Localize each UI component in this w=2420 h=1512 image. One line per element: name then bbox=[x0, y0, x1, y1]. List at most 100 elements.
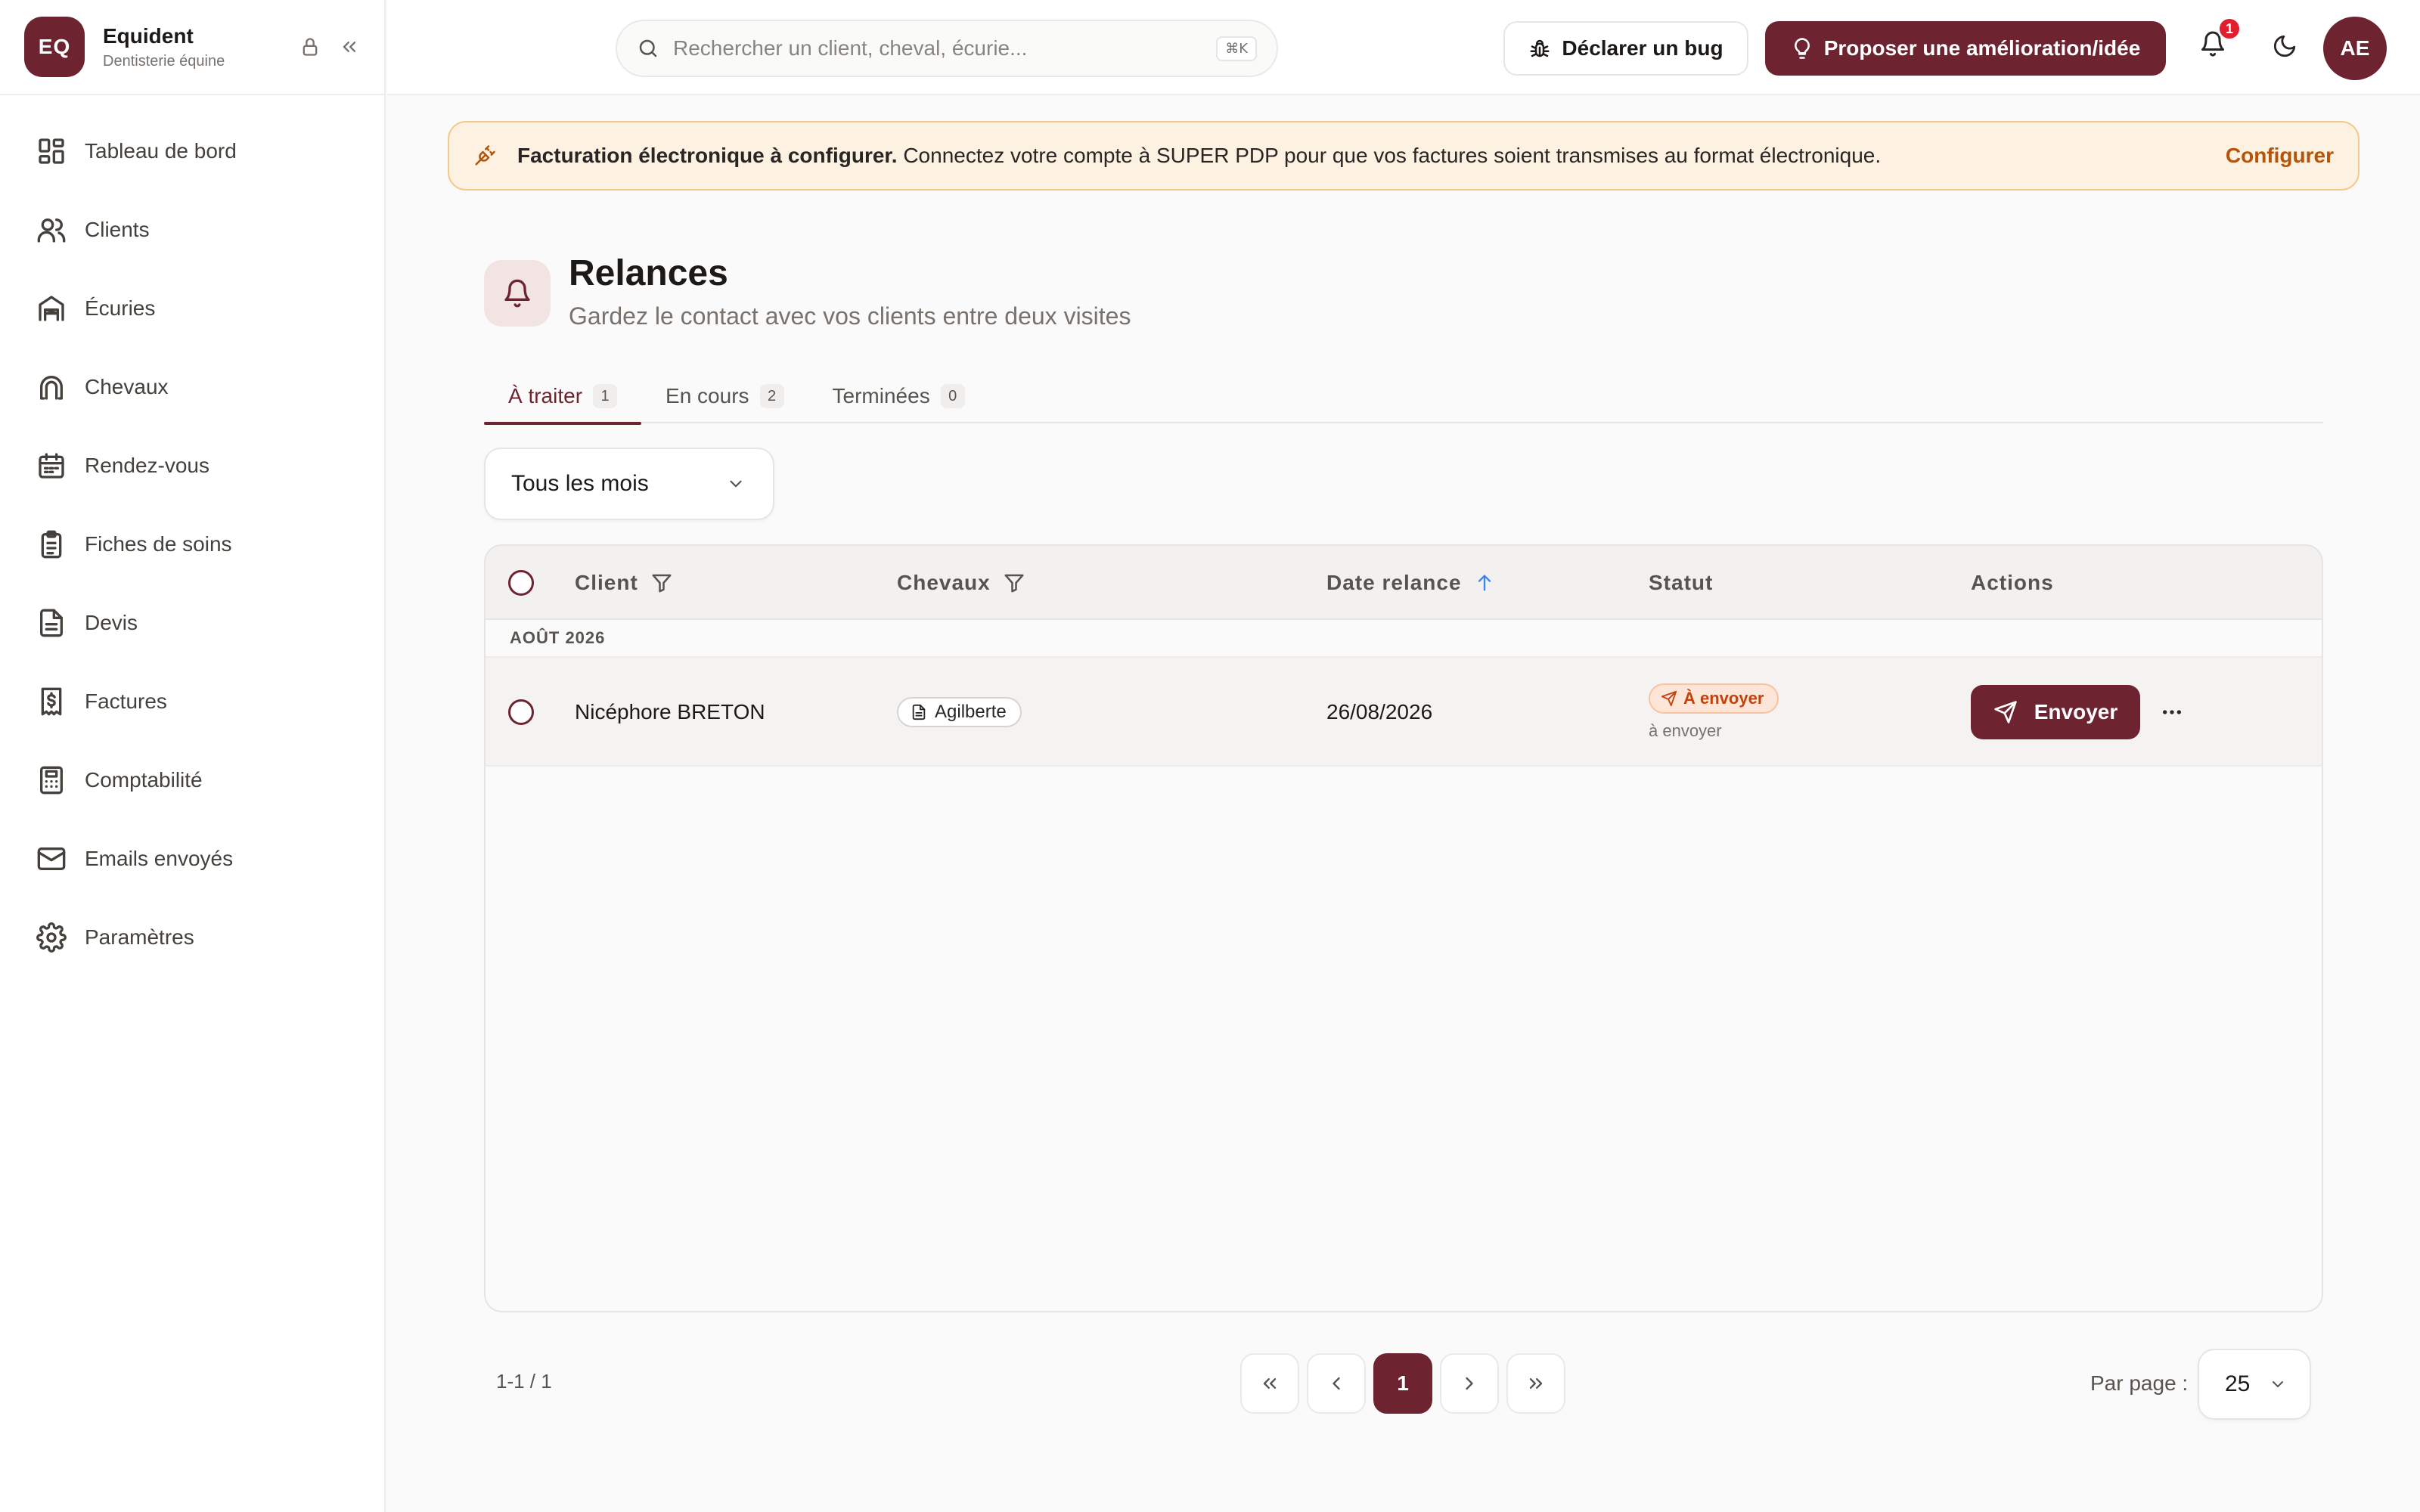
send-button[interactable]: Envoyer bbox=[1971, 685, 2140, 739]
status-subtext: à envoyer bbox=[1649, 721, 1722, 740]
sidebar-item-appointments[interactable]: Rendez-vous bbox=[0, 426, 384, 505]
sidebar-brand: EQ Equident Dentisterie équine bbox=[0, 0, 384, 95]
sidebar-item-stables[interactable]: Écuries bbox=[0, 269, 384, 348]
month-group-header: AOÛT 2026 bbox=[486, 620, 2322, 658]
previous-page-button[interactable] bbox=[1307, 1353, 1366, 1414]
calendar-icon bbox=[39, 453, 64, 479]
actions-cell: Envoyer bbox=[1971, 658, 2184, 767]
search-shortcut-hint: ⌘K bbox=[1216, 36, 1257, 61]
sidebar-item-invoices[interactable]: Factures bbox=[0, 662, 384, 741]
filter-icon[interactable] bbox=[650, 572, 673, 594]
reminders-table: Client Chevaux Date relance Statut Actio… bbox=[484, 544, 2323, 1312]
chevrons-left-icon bbox=[1263, 1378, 1277, 1389]
search-input[interactable] bbox=[673, 36, 1217, 60]
tab-label: En cours bbox=[666, 384, 749, 407]
lock-icon[interactable] bbox=[299, 36, 321, 57]
sidebar-item-quotes[interactable]: Devis bbox=[0, 584, 384, 662]
more-options-icon[interactable] bbox=[2160, 700, 2184, 724]
last-page-button[interactable] bbox=[1506, 1353, 1565, 1414]
column-label: Chevaux bbox=[897, 571, 991, 594]
status-badge: À envoyer bbox=[1649, 683, 1779, 714]
sidebar-item-label: Emails envoyés bbox=[85, 847, 234, 870]
mail-icon bbox=[37, 847, 66, 870]
chevrons-right-icon bbox=[1529, 1378, 1543, 1389]
per-page-value: 25 bbox=[2225, 1371, 2251, 1396]
bug-icon bbox=[1530, 39, 1550, 57]
send-icon bbox=[1661, 690, 1677, 707]
chevron-down-icon bbox=[2273, 1381, 2283, 1387]
select-all-checkbox[interactable] bbox=[508, 570, 534, 596]
brand-text: Equident Dentisterie équine bbox=[103, 24, 299, 70]
configure-link[interactable]: Configurer bbox=[2226, 144, 2334, 168]
horseshoe-icon bbox=[40, 376, 64, 400]
tab-completed[interactable]: Terminées 0 bbox=[808, 369, 989, 423]
chevron-down-icon bbox=[730, 480, 742, 488]
reminders-bell-icon bbox=[484, 260, 551, 327]
horse-chip[interactable]: Agilberte bbox=[897, 697, 1022, 727]
e-invoicing-banner: Facturation électronique à configurer. C… bbox=[448, 121, 2360, 191]
banner-body: Connectez votre compte à SUPER PDP pour … bbox=[897, 144, 1882, 167]
sidebar-item-accounting[interactable]: Comptabilité bbox=[0, 741, 384, 820]
sidebar-item-label: Écuries bbox=[85, 296, 156, 320]
current-page-button[interactable]: 1 bbox=[1373, 1353, 1432, 1414]
table-row[interactable]: Nicéphore BRETON Agilberte 26/08/2026 À … bbox=[486, 658, 2322, 767]
sort-ascending-arrow-icon[interactable] bbox=[1474, 572, 1495, 593]
chevron-right-icon bbox=[1466, 1377, 1473, 1390]
sidebar-item-care-sheets[interactable]: Fiches de soins bbox=[0, 505, 384, 584]
next-page-button[interactable] bbox=[1440, 1353, 1499, 1414]
sidebar-item-settings[interactable]: Paramètres bbox=[0, 898, 384, 977]
reminder-tabs: À traiter 1 En cours 2 Terminées 0 bbox=[484, 369, 2323, 425]
tab-in-progress[interactable]: En cours 2 bbox=[641, 369, 808, 423]
column-label: Statut bbox=[1649, 571, 1714, 594]
column-client[interactable]: Client bbox=[575, 546, 673, 620]
report-bug-label: Déclarer un bug bbox=[1562, 36, 1723, 60]
sidebar-item-dashboard[interactable]: Tableau de bord bbox=[0, 112, 384, 191]
sidebar-item-horses[interactable]: Chevaux bbox=[0, 348, 384, 426]
status-label: À envoyer bbox=[1683, 689, 1764, 708]
user-avatar[interactable]: AE bbox=[2323, 17, 2387, 80]
month-filter-select[interactable]: Tous les mois bbox=[484, 448, 774, 520]
chevron-left-icon bbox=[1333, 1377, 1340, 1390]
reminder-date: 26/08/2026 bbox=[1326, 700, 1433, 723]
tab-count: 2 bbox=[759, 384, 784, 408]
suggest-idea-label: Proposer une amélioration/idée bbox=[1823, 36, 2141, 60]
gear-icon bbox=[36, 922, 67, 953]
sidebar-tools bbox=[299, 36, 360, 57]
column-horses[interactable]: Chevaux bbox=[897, 546, 1025, 620]
tab-count: 0 bbox=[940, 384, 965, 408]
horse-name: Agilberte bbox=[935, 702, 1007, 722]
users-icon bbox=[37, 218, 66, 243]
pagination-controls: 1 bbox=[1240, 1353, 1565, 1414]
suggest-idea-button[interactable]: Proposer une amélioration/idée bbox=[1765, 21, 2166, 76]
row-checkbox[interactable] bbox=[508, 699, 534, 725]
document-icon bbox=[40, 609, 64, 637]
tab-label: Terminées bbox=[832, 384, 930, 407]
brand-logo[interactable]: EQ bbox=[24, 17, 85, 77]
brand-subtitle: Dentisterie équine bbox=[103, 52, 225, 70]
per-page-select[interactable]: 25 bbox=[2198, 1349, 2311, 1420]
column-reminder-date[interactable]: Date relance bbox=[1326, 546, 1495, 620]
filter-icon[interactable] bbox=[1003, 572, 1025, 594]
column-label: Date relance bbox=[1326, 571, 1462, 594]
pagination-range: 1-1 / 1 bbox=[496, 1370, 552, 1393]
report-bug-button[interactable]: Déclarer un bug bbox=[1503, 21, 1748, 76]
page-subtitle: Gardez le contact avec vos clients entre… bbox=[569, 302, 1131, 330]
dashboard-icon bbox=[39, 138, 64, 164]
search-icon bbox=[637, 37, 659, 60]
sidebar-item-clients[interactable]: Clients bbox=[0, 191, 384, 269]
global-search[interactable]: ⌘K bbox=[616, 20, 1278, 77]
sidebar-item-sent-emails[interactable]: Emails envoyés bbox=[0, 820, 384, 898]
dark-mode-moon-icon[interactable] bbox=[2272, 33, 2297, 59]
sidebar-item-label: Comptabilité bbox=[85, 768, 203, 792]
collapse-sidebar-icon[interactable] bbox=[339, 36, 360, 57]
notification-count-badge: 1 bbox=[2217, 17, 2242, 41]
client-name[interactable]: Nicéphore BRETON bbox=[575, 658, 765, 767]
sidebar: EQ Equident Dentisterie équine Tableau d… bbox=[0, 0, 386, 1512]
first-page-button[interactable] bbox=[1240, 1353, 1299, 1414]
column-status: Statut bbox=[1649, 546, 1713, 620]
horses-cell: Agilberte bbox=[897, 658, 1022, 767]
tab-to-process[interactable]: À traiter 1 bbox=[484, 369, 642, 425]
send-button-label: Envoyer bbox=[2034, 700, 2118, 723]
sidebar-item-label: Rendez-vous bbox=[85, 454, 209, 477]
column-actions: Actions bbox=[1971, 546, 2054, 620]
